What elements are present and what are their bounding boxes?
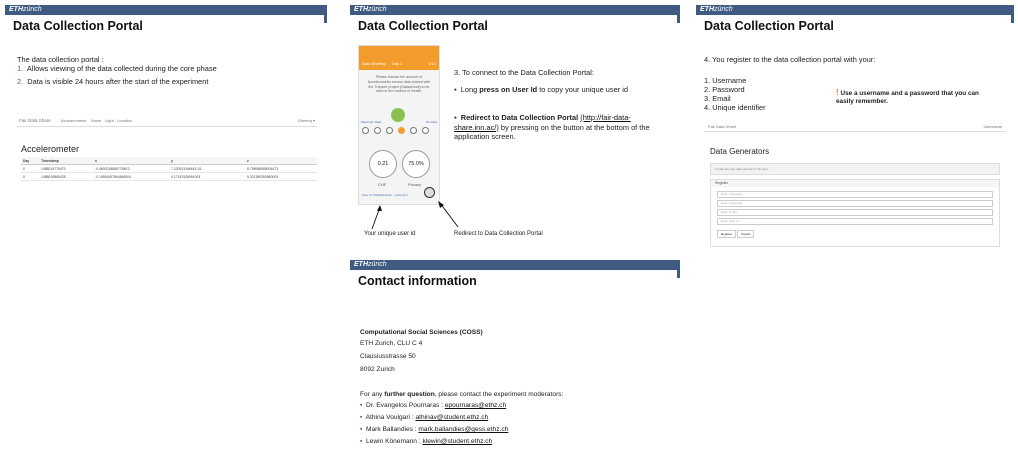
eth-logo: ETHzürich xyxy=(9,6,42,13)
address-line: 8092 Zurich xyxy=(360,366,395,373)
list-item: 2. Data is visible 24 hours after the st… xyxy=(17,77,209,86)
nav-brand[interactable]: Fair Data Share xyxy=(708,124,736,129)
table-cell: 8.798958088004473 xyxy=(247,167,279,171)
user-menu[interactable]: Username xyxy=(984,124,1002,129)
eth-logo: ETHzürich xyxy=(700,6,733,13)
portal-navbar: Fair Data Share Accelerometer Noise Ligh… xyxy=(17,114,317,127)
email-field[interactable]: Enter Email xyxy=(717,209,993,216)
org-name: Computational Social Sciences (COSS) xyxy=(360,329,483,336)
table-header: Day xyxy=(23,159,30,163)
table-cell: 0.17187926991003 xyxy=(171,175,201,179)
section-title: Accelerometer xyxy=(21,144,80,154)
user-id-field[interactable]: Enter User Id xyxy=(717,218,993,225)
accelerometer-table: Day Timestamp x y z 0 1488019775479 -0.4… xyxy=(21,157,317,183)
table-cell: 9.321380393880003 xyxy=(247,175,279,179)
bullet-redirect: ▪ Redirect to Data Collection Portal (ht… xyxy=(454,113,650,141)
slide-contact: ETHzürich Contact information Computatio… xyxy=(350,260,680,452)
header-bar: ETHzürich xyxy=(696,5,1014,15)
slide-data-portal-2: ETHzürich Data Collection Portal Data Sh… xyxy=(350,5,680,240)
warning-icon: ! xyxy=(836,88,839,97)
caption-user-id: Your unique user id xyxy=(364,231,416,237)
table-cell: 0 xyxy=(23,175,25,179)
slide-data-portal-3: ETHzürich Data Collection Portal 4. You … xyxy=(696,5,1014,250)
table-cell: 0 xyxy=(23,167,25,171)
address-line: Clausiusstrasse 50 xyxy=(360,353,416,360)
email-link[interactable]: athinav@student.ethz.ch xyxy=(416,414,489,421)
email-link[interactable]: epournaras@ethz.ch xyxy=(445,402,506,409)
warning-note: ! Use a username and a password that you… xyxy=(836,88,979,106)
address-line: ETH Zurich, CLU C 4 xyxy=(360,340,423,347)
question-text: For any further question, please contact… xyxy=(360,391,564,398)
table-header-row xyxy=(21,157,317,165)
register-form: Register Enter Username Enter Password E… xyxy=(710,179,1000,247)
contact-item: ▪ Dr. Evangelos Pournaras : epournaras@e… xyxy=(360,402,507,409)
contact-item: ▪ Lewin Könemann : klewin@student.ethz.c… xyxy=(360,438,493,445)
section-title: Data Generators xyxy=(710,147,770,156)
header-accent xyxy=(1011,15,1014,23)
password-field[interactable]: Enter Password xyxy=(717,200,993,207)
list-item: 1. Allows viewing of the data collected … xyxy=(17,64,217,73)
notice-panel: Create the new data provider in the App. xyxy=(710,163,1000,175)
nav-link-location[interactable]: Location xyxy=(117,118,132,123)
nav-link-noise[interactable]: Noise xyxy=(91,118,101,123)
table-cell: 1488019865428 xyxy=(41,175,66,179)
contact-item: ▪ Athina Voulgari : athinav@student.ethz… xyxy=(360,414,489,421)
register-button[interactable]: Register xyxy=(717,230,737,238)
table-cell: 7.22091316661E-01 xyxy=(171,167,202,171)
header-bar: ETHzürich xyxy=(350,260,680,270)
table-cell: 1488019775479 xyxy=(41,167,66,171)
eth-logo: ETHzürich xyxy=(354,261,387,268)
step-text: 4. You register to the data collection p… xyxy=(704,55,876,64)
email-link[interactable]: mark.ballandies@gess.ethz.ch xyxy=(418,426,508,433)
list-item: 4. Unique identifier xyxy=(704,103,766,112)
table-header: x xyxy=(95,159,97,163)
table-cell: -0.46002188857754E2 xyxy=(95,167,130,171)
cancel-button[interactable]: Cancel xyxy=(737,230,755,238)
table-header: y xyxy=(171,159,173,163)
slide-title: Contact information xyxy=(358,274,477,288)
username-field[interactable]: Enter Username xyxy=(717,191,993,198)
slide-data-portal-1: ETHzürich Data Collection Portal The dat… xyxy=(5,5,327,235)
bullet-long-press: ▪ Long press on User Id to copy your uni… xyxy=(454,85,628,94)
form-title: Register xyxy=(711,180,999,187)
user-menu[interactable]: Dheeraj ▾ xyxy=(298,118,315,123)
table-header: z xyxy=(247,159,249,163)
step-text: 3. To connect to the Data Collection Por… xyxy=(454,68,594,77)
header-bar: ETHzürich xyxy=(5,5,327,15)
slide-title: Data Collection Portal xyxy=(13,19,143,33)
header-accent xyxy=(677,270,680,278)
nav-link-light[interactable]: Light xyxy=(105,118,114,123)
nav-link-accelerometer[interactable]: Accelerometer xyxy=(61,118,87,123)
slide-title: Data Collection Portal xyxy=(704,19,834,33)
header-accent xyxy=(324,15,327,23)
caption-redirect: Redirect to Data Collection Portal xyxy=(454,231,543,237)
portal-navbar: Fair Data Share Username xyxy=(704,121,1006,132)
nav-brand[interactable]: Fair Data Share xyxy=(19,118,51,123)
table-header: Timestamp xyxy=(41,159,59,163)
table-cell: -0.15551697964849004 xyxy=(95,175,132,179)
email-link[interactable]: klewin@student.ethz.ch xyxy=(422,438,492,445)
contact-item: ▪ Mark Ballandies : mark.ballandies@gess… xyxy=(360,426,509,433)
